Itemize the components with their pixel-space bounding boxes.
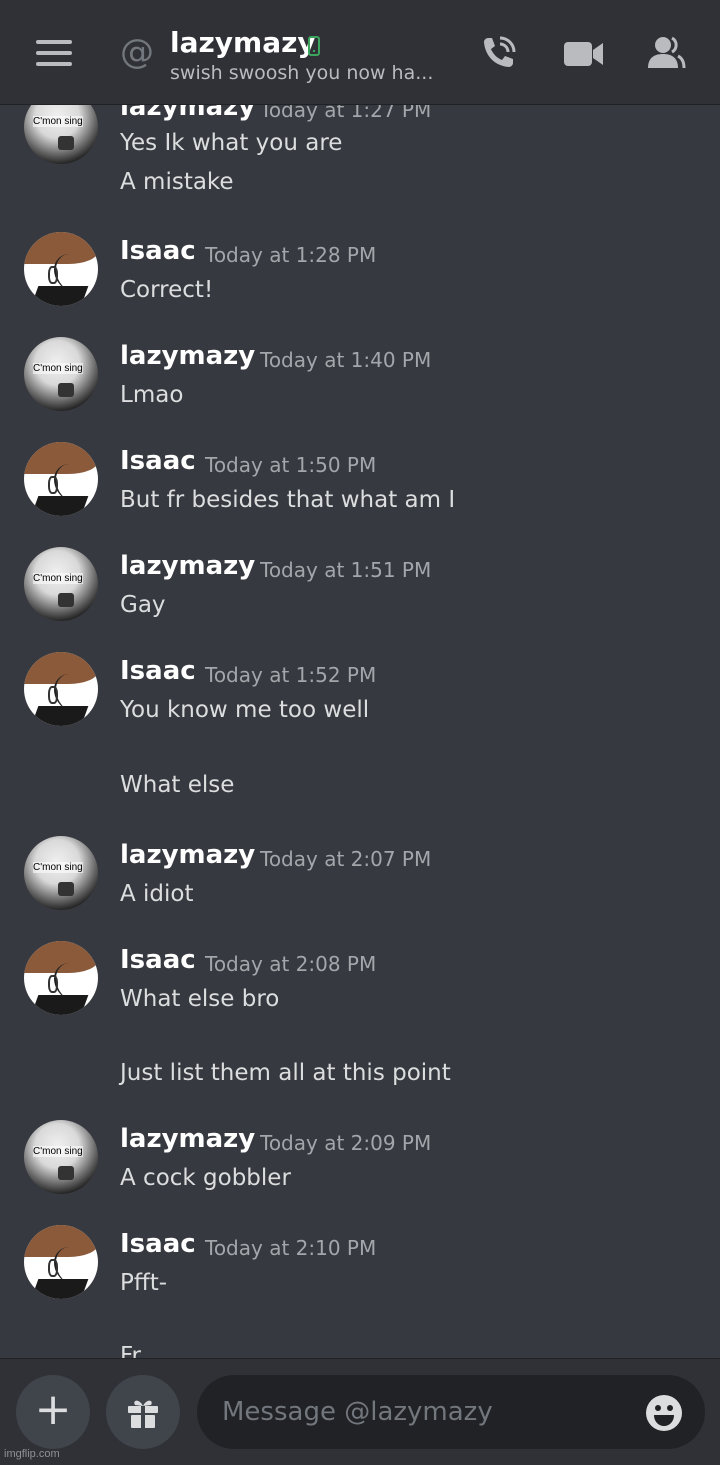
video-camera-icon[interactable]	[560, 30, 608, 78]
avatar[interactable]: C'mon sing	[24, 836, 98, 910]
message-author[interactable]: Isaac	[120, 236, 196, 266]
message-timestamp: Today at 2:07 PM	[260, 847, 432, 871]
avatar-caption: C'mon sing	[33, 363, 83, 374]
message-author[interactable]: Isaac	[120, 446, 196, 476]
message-text: Lmao	[120, 382, 184, 408]
message-text: A cock gobbler	[120, 1165, 291, 1191]
at-icon: @	[120, 32, 154, 72]
message-timestamp: Today at 1:51 PM	[260, 558, 432, 582]
avatar[interactable]: C'mon sing	[24, 337, 98, 411]
message-timestamp: Today at 1:50 PM	[205, 453, 377, 477]
message-timestamp: Today at 2:08 PM	[205, 952, 377, 976]
avatar[interactable]	[24, 1225, 98, 1299]
message-text: Just list them all at this point	[120, 1060, 451, 1086]
message-composer: + Message @lazymazy	[0, 1358, 720, 1465]
message-author[interactable]: Isaac	[120, 945, 196, 975]
avatar[interactable]	[24, 652, 98, 726]
avatar-caption: C'mon sing	[33, 1146, 83, 1157]
emoji-icon[interactable]	[644, 1393, 684, 1433]
avatar[interactable]: C'mon sing	[24, 105, 98, 164]
message-author[interactable]: lazymazy	[120, 551, 255, 581]
message-author[interactable]: lazymazy	[120, 840, 255, 870]
custom-status: swish swoosh you now ha...	[170, 62, 434, 84]
avatar[interactable]	[24, 232, 98, 306]
avatar-caption: C'mon sing	[33, 116, 83, 127]
dm-username[interactable]: lazymazy	[170, 26, 316, 59]
message-list[interactable]: C'mon sing lazymazy Today at 1:27 PM Yes…	[0, 105, 720, 1358]
message-text: Correct!	[120, 277, 214, 303]
message-text: A idiot	[120, 881, 194, 907]
message-text: A mistake	[120, 169, 234, 195]
message-input[interactable]: Message @lazymazy	[197, 1375, 705, 1449]
avatar[interactable]: C'mon sing	[24, 1120, 98, 1194]
message-author[interactable]: Isaac	[120, 1229, 196, 1259]
chat-header: @ lazymazy swish swoosh you now ha...	[0, 0, 720, 105]
avatar[interactable]	[24, 442, 98, 516]
gift-button[interactable]	[106, 1375, 180, 1449]
avatar-caption: C'mon sing	[33, 862, 83, 873]
message-text: Gay	[120, 592, 166, 618]
message-timestamp: Today at 1:27 PM	[260, 105, 432, 122]
message-author[interactable]: lazymazy	[120, 341, 255, 371]
message-text: What else bro	[120, 986, 280, 1012]
message-text: Yes Ik what you are	[120, 130, 343, 156]
avatar-caption: C'mon sing	[33, 573, 83, 584]
message-text: What else	[120, 772, 235, 798]
message-timestamp: Today at 1:52 PM	[205, 663, 377, 687]
phone-call-icon[interactable]	[474, 30, 522, 78]
avatar[interactable]	[24, 941, 98, 1015]
message-timestamp: Today at 2:10 PM	[205, 1236, 377, 1260]
message-timestamp: Today at 1:40 PM	[260, 348, 432, 372]
message-text: You know me too well	[120, 697, 370, 723]
message-author[interactable]: lazymazy	[120, 105, 255, 122]
avatar[interactable]: C'mon sing	[24, 547, 98, 621]
gift-icon	[128, 1400, 158, 1428]
message-author[interactable]: Isaac	[120, 656, 196, 686]
mobile-phone-icon	[308, 36, 320, 56]
message-author[interactable]: lazymazy	[120, 1124, 255, 1154]
message-input-placeholder: Message @lazymazy	[222, 1397, 493, 1427]
watermark: imgflip.com	[4, 1448, 60, 1460]
message-text: Pfft-	[120, 1270, 168, 1296]
message-timestamp: Today at 2:09 PM	[260, 1131, 432, 1155]
members-icon[interactable]	[640, 30, 688, 78]
message-text: Fr	[120, 1343, 142, 1358]
add-attachment-button[interactable]: +	[16, 1375, 90, 1449]
message-text: But fr besides that what am I	[120, 487, 456, 513]
message-timestamp: Today at 1:28 PM	[205, 243, 377, 267]
plus-icon: +	[34, 1384, 72, 1435]
hamburger-menu-icon[interactable]	[36, 40, 72, 66]
